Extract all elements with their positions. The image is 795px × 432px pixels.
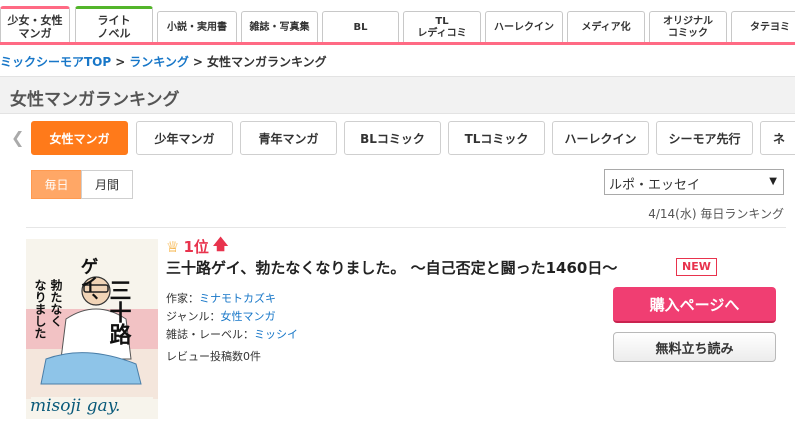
divider [26,227,786,228]
genre-label: ジャンル： [166,310,221,323]
author-link[interactable]: ミナモトカズキ [199,292,276,305]
tab-light-novel[interactable]: ライト ノベル [75,6,153,42]
breadcrumb-current: 女性マンガランキング [206,55,327,69]
new-badge: NEW [676,258,717,276]
tab-original-comic[interactable]: オリジナル コミック [649,11,727,42]
arrow-up-icon: 🡅 [212,235,229,253]
page-title: 女性マンガランキング [10,90,180,110]
tab-bl[interactable]: BL [322,11,399,42]
magazine-label: 雑誌・レーベル： [166,328,254,341]
genre-tab-bl-comic[interactable]: BLコミック [344,121,441,155]
tab-magazine-photo[interactable]: 雑誌・写真集 [241,11,318,42]
tab-media[interactable]: メディア化 [567,11,645,42]
buy-page-button[interactable]: 購入ページへ [613,287,776,323]
period-monthly-button[interactable]: 月間 [81,170,133,199]
breadcrumb-separator: > [192,55,203,69]
tab-tateyomi[interactable]: タテヨミ [731,11,795,42]
genre-tab-josei-manga[interactable]: 女性マンガ [31,121,128,155]
period-daily-button[interactable]: 毎日 [31,170,82,199]
dropdown-arrow-icon: ▼ [769,176,777,187]
svg-text:なりました: なりました [33,279,47,339]
category-tabs: 少女・女性 マンガ ライト ノベル 小説・実用書 雑誌・写真集 BL TL レデ… [0,0,795,45]
author-row: 作家：ミナモトカズキ [166,290,276,306]
magazine-link[interactable]: ミッシイ [254,328,298,341]
author-label: 作家： [166,292,199,305]
tab-harlequin[interactable]: ハーレクイン [485,11,563,42]
rank-number: 1位 [183,238,209,256]
page-title-bar: 女性マンガランキング [0,76,795,114]
genre-link[interactable]: 女性マンガ [220,310,275,323]
free-preview-button[interactable]: 無料立ち読み [613,332,776,362]
breadcrumb-home-link[interactable]: ミックシーモアTOP [0,55,111,69]
breadcrumb-separator: > [115,55,126,69]
genre-tab-next[interactable]: ネ [760,121,795,155]
genre-tab-harlequin[interactable]: ハーレクイン [552,121,649,155]
svg-text:三十路: 三十路 [106,279,132,345]
review-count: レビュー投稿数0件 [166,350,261,363]
genre-tab-seinen-manga[interactable]: 青年マンガ [240,121,337,155]
crown-icon: ♕ [166,237,180,256]
svg-text:misoji gay.: misoji gay. [30,396,120,416]
book-cover-illustration: 三十路 ゲイ、 勃たなく なりました misoji gay. [26,239,158,419]
subcategory-select[interactable]: ルポ・エッセイ ▼ [604,169,784,195]
svg-text:ゲイ、: ゲイ、 [78,257,99,311]
breadcrumb-ranking-link[interactable]: ランキング [129,55,189,69]
subcategory-select-value: ルポ・エッセイ [609,178,701,193]
genre-row: ジャンル：女性マンガ [166,308,275,324]
chevron-left-icon[interactable]: ❮ [11,128,24,147]
genre-tab-cmoa-senkou[interactable]: シーモア先行 [656,121,753,155]
book-title[interactable]: 三十路ゲイ、勃たなくなりました。 ～自己否定と闘った1460日～ [166,257,617,278]
breadcrumb: ミックシーモアTOP > ランキング > 女性マンガランキング [0,53,327,70]
svg-text:勃たなく: 勃たなく [49,278,63,327]
ranking-date: 4/14(水) 毎日ランキング [648,207,784,221]
rank-indicator: ♕ 1位 🡅 [166,234,228,259]
genre-tab-shonen-manga[interactable]: 少年マンガ [136,121,233,155]
genre-tab-tl-comic[interactable]: TLコミック [448,121,545,155]
label-row: 雑誌・レーベル：ミッシイ [166,326,298,342]
tab-shoujo-josei-manga[interactable]: 少女・女性 マンガ [0,6,70,42]
tab-tl-ladies-comic[interactable]: TL レディコミ [403,11,481,42]
book-cover[interactable]: 三十路 ゲイ、 勃たなく なりました misoji gay. [26,239,158,419]
tab-novel-practical[interactable]: 小説・実用書 [157,11,237,42]
